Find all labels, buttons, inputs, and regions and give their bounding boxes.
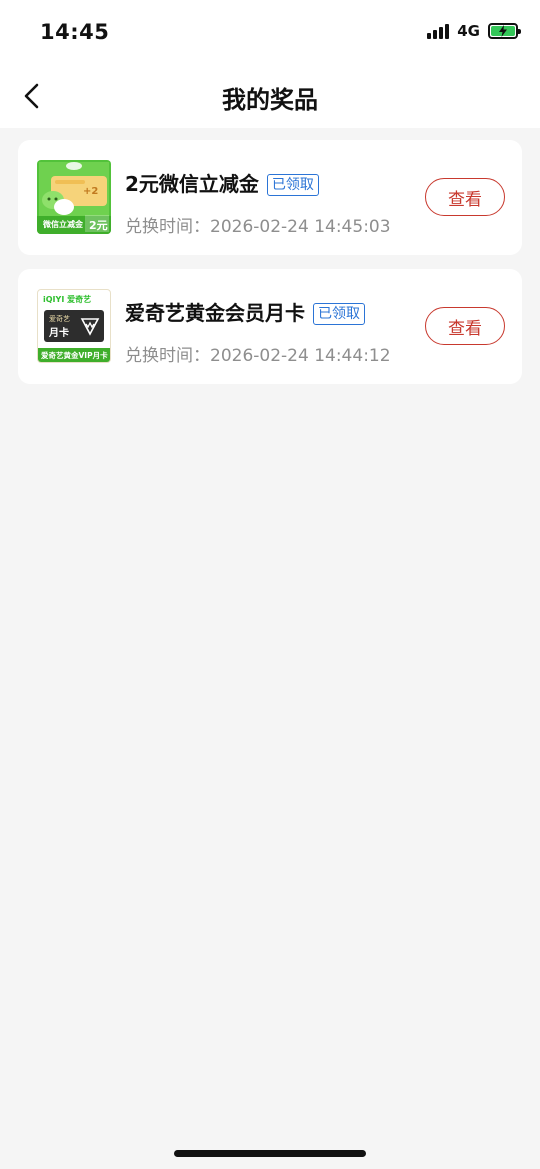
card-face-line2: 月卡	[49, 328, 69, 339]
signal-icon	[427, 23, 450, 39]
prize-card-wechat: +2 微信立减金 2元 2元微信立减金 已领取 兑换时间：2026-02-24 1…	[18, 140, 522, 255]
page-title: 我的奖品	[222, 86, 318, 114]
status-icons: 4G	[427, 22, 521, 40]
status-time: 14:45	[40, 20, 110, 44]
prize-name-text: 2元微信立减金	[125, 172, 259, 196]
thumb-bottom-label: 微信立减金	[43, 220, 83, 229]
iqiyi-card-thumbnail: iQIYI 爱奇艺 爱奇艺 月卡 爱奇艺黄金VIP月卡	[37, 289, 111, 363]
redeem-time-value: 2026-02-24 14:45:03	[210, 217, 391, 237]
status-badge: 已领取	[266, 174, 319, 196]
prize-name: 2元微信立减金 已领取	[125, 168, 319, 197]
iqiyi-brand-label: iQIYI 爱奇艺	[43, 295, 92, 304]
prize-card-iqiyi: iQIYI 爱奇艺 爱奇艺 月卡 爱奇艺黄金VIP月卡 爱奇艺黄金会员月卡 已领取…	[18, 269, 522, 384]
crown-icon	[80, 318, 100, 336]
prize-name-text: 爱奇艺黄金会员月卡	[125, 301, 305, 325]
iqiyi-card-face: 爱奇艺 月卡	[44, 310, 104, 342]
redeem-time: 兑换时间：2026-02-24 14:45:03	[125, 212, 391, 237]
home-indicator[interactable]	[174, 1150, 366, 1157]
redeem-time-label: 兑换时间：	[125, 217, 210, 237]
nav-bar: 我的奖品	[0, 64, 540, 128]
status-bar: 14:45 4G	[0, 0, 540, 64]
view-button[interactable]: 查看	[425, 178, 505, 216]
thumb-bottom-label: 爱奇艺黄金VIP月卡	[41, 351, 108, 360]
thumb-plus-label: +2	[83, 186, 99, 197]
view-button[interactable]: 查看	[425, 307, 505, 345]
redeem-time-label: 兑换时间：	[125, 346, 210, 366]
battery-icon	[488, 23, 521, 39]
status-badge: 已领取	[313, 303, 365, 325]
network-label: 4G	[457, 22, 480, 40]
wechat-voucher-thumbnail: +2 微信立减金 2元	[37, 160, 111, 234]
redeem-time-value: 2026-02-24 14:44:12	[210, 346, 391, 366]
card-face-line1: 爱奇艺	[49, 315, 70, 323]
thumb-amount-label: 2元	[89, 219, 108, 232]
redeem-time: 兑换时间：2026-02-24 14:44:12	[125, 341, 391, 366]
prize-name: 爱奇艺黄金会员月卡 已领取	[125, 297, 365, 326]
